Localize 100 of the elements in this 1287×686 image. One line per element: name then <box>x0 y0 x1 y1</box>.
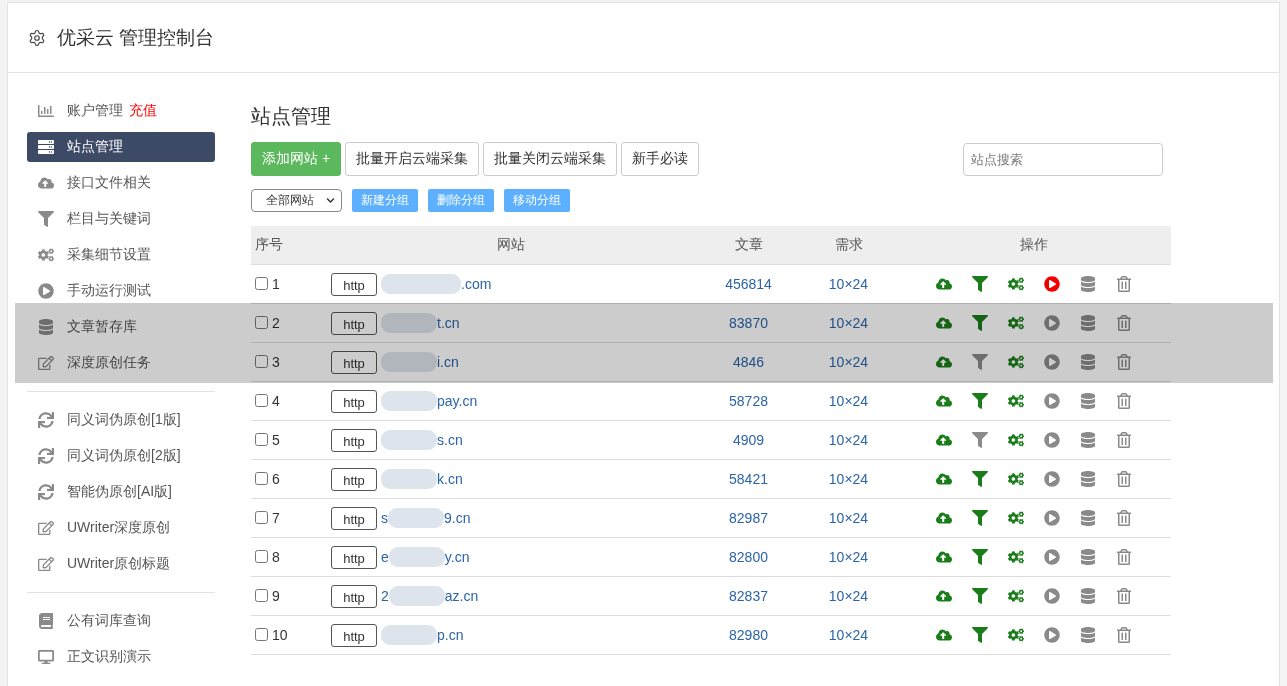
filter-icon[interactable] <box>972 353 988 370</box>
gears-icon[interactable] <box>1008 392 1024 409</box>
play-icon[interactable] <box>1044 548 1060 565</box>
database-icon[interactable] <box>1080 353 1096 370</box>
database-icon[interactable] <box>1080 509 1096 526</box>
database-icon[interactable] <box>1080 275 1096 292</box>
play-icon[interactable] <box>1044 353 1060 370</box>
database-icon[interactable] <box>1080 431 1096 448</box>
row-checkbox[interactable] <box>255 277 268 290</box>
sidebar-item[interactable]: 站点管理 <box>27 132 215 162</box>
cloud-upload-icon[interactable] <box>936 353 952 370</box>
play-icon[interactable] <box>1044 275 1060 292</box>
delete-icon[interactable] <box>1116 548 1132 565</box>
sidebar-item[interactable]: 深度原创任务 <box>27 348 215 378</box>
play-icon[interactable] <box>1044 509 1060 526</box>
article-count: 58728 <box>697 381 800 420</box>
monitor-icon <box>38 649 54 665</box>
gears-icon[interactable] <box>1008 431 1024 448</box>
row-checkbox[interactable] <box>255 433 268 446</box>
cloud-upload-icon[interactable] <box>936 548 952 565</box>
sidebar-item[interactable]: 采集细节设置 <box>27 240 215 270</box>
filter-icon[interactable] <box>972 275 988 292</box>
filter-icon[interactable] <box>972 431 988 448</box>
bar-chart-icon <box>38 103 54 119</box>
delete-icon[interactable] <box>1116 353 1132 370</box>
database-icon[interactable] <box>1080 392 1096 409</box>
cloud-upload-icon[interactable] <box>936 275 952 292</box>
sidebar-item[interactable]: 文章暂存库 <box>27 312 215 342</box>
cloud-upload-icon[interactable] <box>936 509 952 526</box>
search-field[interactable]: 站点搜索 <box>963 142 1163 176</box>
filter-icon[interactable] <box>972 626 988 643</box>
row-checkbox[interactable] <box>255 628 268 641</box>
play-icon[interactable] <box>1044 470 1060 487</box>
database-icon[interactable] <box>1080 626 1096 643</box>
play-icon[interactable] <box>1044 431 1060 448</box>
sidebar-item[interactable]: UWriter原创标题 <box>27 549 215 579</box>
cloud-upload-icon[interactable] <box>936 392 952 409</box>
gears-icon[interactable] <box>1008 626 1024 643</box>
delete-icon[interactable] <box>1116 470 1132 487</box>
row-checkbox[interactable] <box>255 355 268 368</box>
delete-icon[interactable] <box>1116 587 1132 604</box>
blurred-text <box>381 468 437 489</box>
cloud-upload-icon <box>38 175 54 191</box>
filter-icon[interactable] <box>972 509 988 526</box>
delete-icon[interactable] <box>1116 626 1132 643</box>
filter-icon[interactable] <box>972 587 988 604</box>
delete-icon[interactable] <box>1116 431 1132 448</box>
database-icon[interactable] <box>1080 314 1096 331</box>
toolbar-button[interactable]: 新手必读 <box>621 142 700 176</box>
cloud-upload-icon[interactable] <box>936 587 952 604</box>
recharge-link[interactable]: 充值 <box>129 102 157 120</box>
gears-icon[interactable] <box>1008 548 1024 565</box>
cloud-upload-icon[interactable] <box>936 431 952 448</box>
sidebar-item[interactable]: UWriter深度原创 <box>27 513 215 543</box>
filter-icon[interactable] <box>972 548 988 565</box>
row-checkbox[interactable] <box>255 472 268 485</box>
row-number: 10 <box>272 626 288 643</box>
row-checkbox[interactable] <box>255 550 268 563</box>
play-icon[interactable] <box>1044 392 1060 409</box>
database-icon[interactable] <box>1080 548 1096 565</box>
database-icon[interactable] <box>1080 470 1096 487</box>
sidebar-item[interactable]: 公有词库查询 <box>27 606 215 636</box>
sidebar-item[interactable]: 同义词伪原创[2版] <box>27 441 215 471</box>
database-icon[interactable] <box>1080 587 1096 604</box>
sidebar-item[interactable]: 接口文件相关 <box>27 168 215 198</box>
cloud-upload-icon[interactable] <box>936 626 952 643</box>
row-checkbox[interactable] <box>255 589 268 602</box>
play-icon[interactable] <box>1044 626 1060 643</box>
gears-icon[interactable] <box>1008 470 1024 487</box>
delete-icon[interactable] <box>1116 275 1132 292</box>
gears-icon[interactable] <box>1008 509 1024 526</box>
demand-value: 10×24 <box>800 498 897 537</box>
cloud-upload-icon[interactable] <box>936 314 952 331</box>
delete-icon[interactable] <box>1116 509 1132 526</box>
filter-icon[interactable] <box>972 314 988 331</box>
gears-icon[interactable] <box>1008 275 1024 292</box>
delete-icon[interactable] <box>1116 392 1132 409</box>
row-checkbox[interactable] <box>255 316 268 329</box>
row-checkbox[interactable] <box>255 394 268 407</box>
gears-icon[interactable] <box>1008 587 1024 604</box>
gears-icon[interactable] <box>1008 353 1024 370</box>
sidebar-item[interactable]: 正文识别演示 <box>27 642 215 672</box>
sidebar-item[interactable]: 手动运行测试 <box>27 276 215 306</box>
sidebar-item[interactable]: 账户管理 充值 <box>27 96 215 126</box>
delete-icon[interactable] <box>1116 314 1132 331</box>
sidebar-item[interactable]: 栏目与关键词 <box>27 204 215 234</box>
play-icon[interactable] <box>1044 587 1060 604</box>
blurred-text <box>381 351 437 372</box>
sidebar-item[interactable]: 智能伪原创[AI版] <box>27 477 215 507</box>
filter-icon[interactable] <box>972 392 988 409</box>
cloud-upload-icon[interactable] <box>936 470 952 487</box>
row-checkbox[interactable] <box>255 511 268 524</box>
play-icon[interactable] <box>1044 314 1060 331</box>
toolbar-button[interactable]: 批量关闭云端采集 <box>483 142 618 176</box>
filter-icon[interactable] <box>972 470 988 487</box>
gears-icon[interactable] <box>1008 314 1024 331</box>
group-select[interactable]: 全部网站 <box>251 189 342 212</box>
sidebar-item[interactable]: 同义词伪原创[1版] <box>27 405 215 435</box>
toolbar-button[interactable]: 批量开启云端采集 <box>345 142 480 176</box>
article-count: 82980 <box>697 615 800 654</box>
